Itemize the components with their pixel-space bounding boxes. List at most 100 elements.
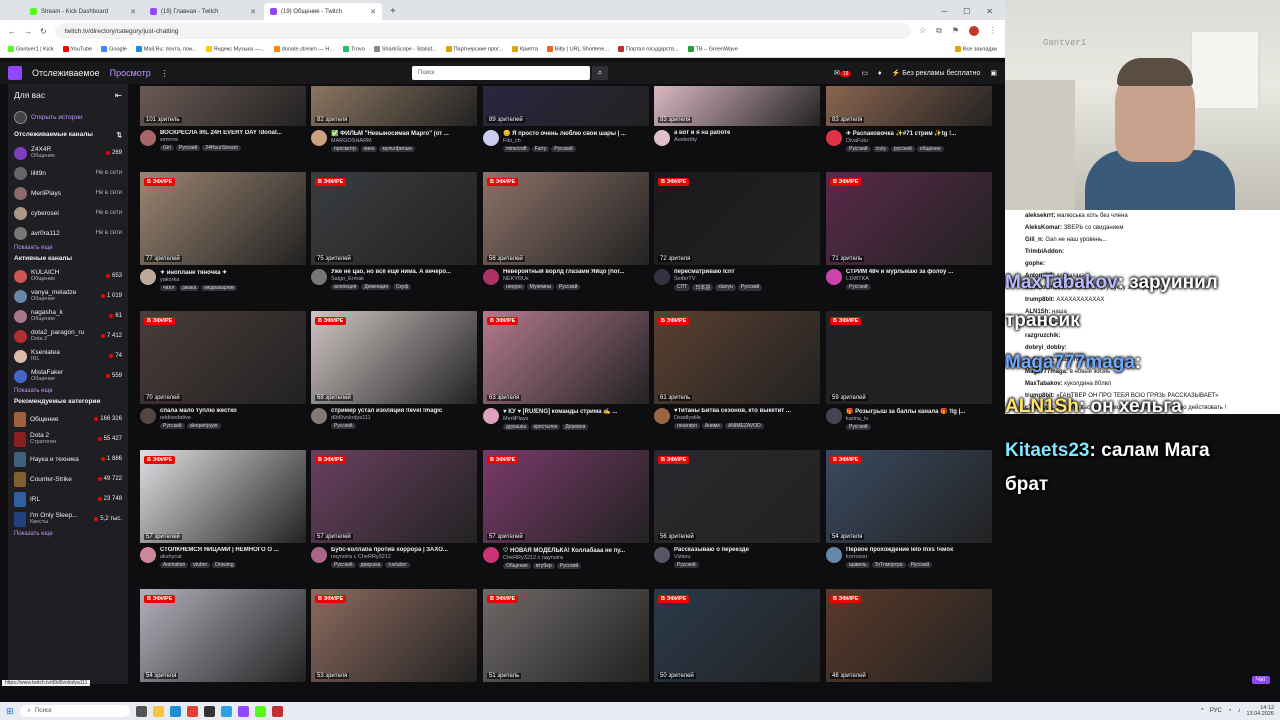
sidebar-channel-item[interactable]: Z4X4R Общение 269 <box>14 143 122 163</box>
nav-browse[interactable]: Просмотр <box>110 68 151 78</box>
bookmark-icon[interactable]: ⚑ <box>952 26 959 36</box>
inbox-icon[interactable]: ✉ 19 <box>834 69 852 77</box>
stream-tag[interactable]: крестьяне <box>531 424 561 430</box>
channel-name[interactable]: wmrrrw <box>160 137 306 143</box>
stream-tag[interactable]: 日本語 <box>692 284 714 291</box>
chat-username[interactable]: razgruzchik: <box>1025 333 1060 339</box>
profile-avatar[interactable] <box>969 26 979 36</box>
search-icon[interactable]: ⌕ <box>592 66 608 80</box>
channel-avatar[interactable] <box>654 269 670 285</box>
bookmark-item[interactable]: Gantver1 | Kick <box>8 46 54 53</box>
windows-start-icon[interactable]: ⊞ <box>6 706 14 717</box>
stream-tag[interactable]: русский <box>890 146 915 152</box>
menu-icon[interactable]: ⋮ <box>989 26 997 36</box>
stream-title[interactable]: Уже не цао, но всё ещё нима. А вечеро... <box>331 269 477 275</box>
channel-name[interactable]: Saigo_Ermak <box>331 276 477 282</box>
channel-avatar[interactable] <box>140 408 156 424</box>
close-icon[interactable]: ✕ <box>250 8 256 16</box>
channel-name[interactable]: L1MITKA <box>846 276 992 282</box>
stream-tag[interactable]: девушка <box>357 562 384 568</box>
chrome-icon[interactable] <box>186 705 198 717</box>
stream-tag[interactable]: некуро <box>503 284 525 290</box>
channel-name[interactable]: d9d9volodya111 <box>331 415 477 421</box>
stream-thumbnail[interactable]: 82 зрителя <box>311 86 477 126</box>
stream-thumbnail[interactable]: В ЭФИРЕ 71 зритель <box>826 172 992 265</box>
reload-icon[interactable]: ↻ <box>40 27 47 36</box>
stream-title[interactable]: СТОЛКНЕМСЯ ЯЙЦАМИ | НЕМНОГО О ... <box>160 547 306 553</box>
stream-thumbnail[interactable]: В ЭФИРЕ 48 зрителей <box>826 589 992 682</box>
stream-thumbnail[interactable]: В ЭФИРЕ 57 зрителей <box>483 450 649 543</box>
search-input[interactable]: Поиск <box>412 66 590 80</box>
bookmark-item[interactable]: YouTube <box>62 46 92 53</box>
channel-name[interactable]: MerliPlays <box>503 416 649 422</box>
stream-card[interactable]: В ЭФИРЕ 50 зрителей <box>654 589 820 682</box>
stream-thumbnail[interactable]: В ЭФИРЕ 54 зрителя <box>826 450 992 543</box>
stream-title[interactable]: СТРИМ 48ч и мурлыкаю за фолоу ... <box>846 269 992 275</box>
sidebar-channel-item[interactable]: Общение 166 326 <box>14 409 122 429</box>
stream-card[interactable]: В ЭФИРЕ 58 зрителей Невероятный ворлд глаз… <box>483 172 649 290</box>
sidebar-channel-item[interactable]: I'm Only Sleep... Квесты 5,2 тыс. <box>14 509 122 529</box>
stream-tag[interactable]: втубер <box>532 563 555 569</box>
whispers-icon[interactable]: ▭ <box>861 69 868 77</box>
stream-tag[interactable]: ruvtuber <box>385 562 410 568</box>
bookmark-item[interactable]: Mail.Ru: почта, пои... <box>135 46 197 53</box>
obs-icon[interactable] <box>203 705 215 717</box>
channel-avatar[interactable] <box>311 269 327 285</box>
stream-card[interactable]: В ЭФИРЕ 61 зритель ♥Титаны Битва сезонов, … <box>654 311 820 429</box>
channel-name[interactable]: korrossu <box>846 554 992 560</box>
volume-icon[interactable]: ♪ <box>1237 708 1240 714</box>
crown-icon[interactable]: ♦ <box>878 70 882 77</box>
stream-thumbnail[interactable]: В ЭФИРЕ 56 зрителей <box>654 450 820 543</box>
stream-tag[interactable]: Русский <box>331 423 356 429</box>
sidebar-channel-item[interactable]: nagasha_k Общение 61 <box>14 306 122 326</box>
collapse-icon[interactable]: ⇤ <box>115 90 122 101</box>
taskview-icon[interactable] <box>135 705 147 717</box>
stream-thumbnail[interactable]: 83 зрителя <box>654 86 820 126</box>
stream-card[interactable]: В ЭФИРЕ 54 зрителя <box>140 589 306 682</box>
browser-tab-twitch-chatting[interactable]: (19) Общение - Twitch ✕ <box>264 3 382 20</box>
stream-card[interactable]: 83 зрителя ✈ Распаковочка ✨#71 стрим ✨tg … <box>826 86 992 152</box>
stream-tag[interactable]: minecraft <box>503 146 530 152</box>
stream-thumbnail[interactable]: 101 зритель <box>140 86 306 126</box>
bookmark-item[interactable]: TB – GreenWave <box>687 46 738 53</box>
channel-avatar[interactable] <box>311 408 327 424</box>
stream-thumbnail[interactable]: В ЭФИРЕ 77 зрителей <box>140 172 306 265</box>
stream-card[interactable]: В ЭФИРЕ 53 зрителя <box>311 589 477 682</box>
nav-following[interactable]: Отслеживаемое <box>32 68 100 78</box>
url-field[interactable]: twitch.tv/directory/category/just-chatti… <box>54 23 911 39</box>
chat-username[interactable]: trump8bit: <box>1025 297 1055 303</box>
clock[interactable]: 14:12 13.04.2026 <box>1246 705 1274 717</box>
minimize-icon[interactable]: ─ <box>941 3 947 20</box>
stream-tag[interactable]: Деревня <box>562 424 589 430</box>
sidebar-channel-item[interactable]: MistaFaker Общение 559 <box>14 366 122 386</box>
sidebar-channel-item[interactable]: Dota 2 Стратегии 55 427 <box>14 429 122 449</box>
taskbar-search[interactable]: ⌕ Поиск <box>19 705 130 717</box>
bookmark-item[interactable]: donate.stream — Н... <box>273 46 334 53</box>
channel-avatar[interactable] <box>654 547 670 563</box>
sort-icon[interactable]: ⇅ <box>117 131 122 139</box>
sidebar-channel-item[interactable]: MerliPlays Не в сети <box>14 183 122 203</box>
stream-tag[interactable]: ANIMEZAVOD <box>725 423 764 429</box>
sidebar-channel-item[interactable]: Kseniatea IRL 74 <box>14 346 122 366</box>
browser-tab-twitch-home[interactable]: (19) Главная - Twitch ✕ <box>144 3 262 20</box>
channel-name[interactable]: oddisedative <box>160 415 306 421</box>
stream-thumbnail[interactable]: 89 зрителей <box>483 86 649 126</box>
extensions-icon[interactable]: ⧉ <box>936 26 942 36</box>
wifi-icon[interactable]: ◔ <box>1228 708 1232 714</box>
stream-tag[interactable]: Аниме <box>701 423 724 429</box>
bookmark-item[interactable]: SharkScope - Statist... <box>373 46 437 53</box>
close-window-icon[interactable]: ✕ <box>986 3 993 20</box>
stream-title[interactable]: ♡ НОВАЯ МОДЕЛЬКА! Коллабааа не пу... <box>503 547 649 554</box>
channel-name[interactable]: Austeritty <box>674 137 820 143</box>
bookmark-item[interactable]: Все закладки <box>954 46 997 53</box>
new-tab-button[interactable]: + <box>384 3 402 20</box>
stream-card[interactable]: В ЭФИРЕ 63 зрителя ♥ КУ ♥ [RU/ENG] команды… <box>483 311 649 430</box>
stream-card[interactable]: В ЭФИРЕ 56 зрителей Рассказываю о переезде… <box>654 450 820 568</box>
stream-title[interactable]: ✅ ФИЛЬМ "Невыносимая Марго" (от ... <box>331 130 477 137</box>
maximize-icon[interactable]: ☐ <box>963 3 970 20</box>
stream-tag[interactable]: алопеция <box>331 284 360 290</box>
stream-card[interactable]: В ЭФИРЕ 71 зритель СТРИМ 48ч и мурлыкаю за… <box>826 172 992 290</box>
stream-card[interactable]: 101 зритель ВОСКРЕСЛА IRL 24H EVERY DAY !… <box>140 86 306 151</box>
channel-name[interactable]: NEKYRUx <box>503 276 649 282</box>
channel-name[interactable]: DivaFutu <box>846 138 992 144</box>
